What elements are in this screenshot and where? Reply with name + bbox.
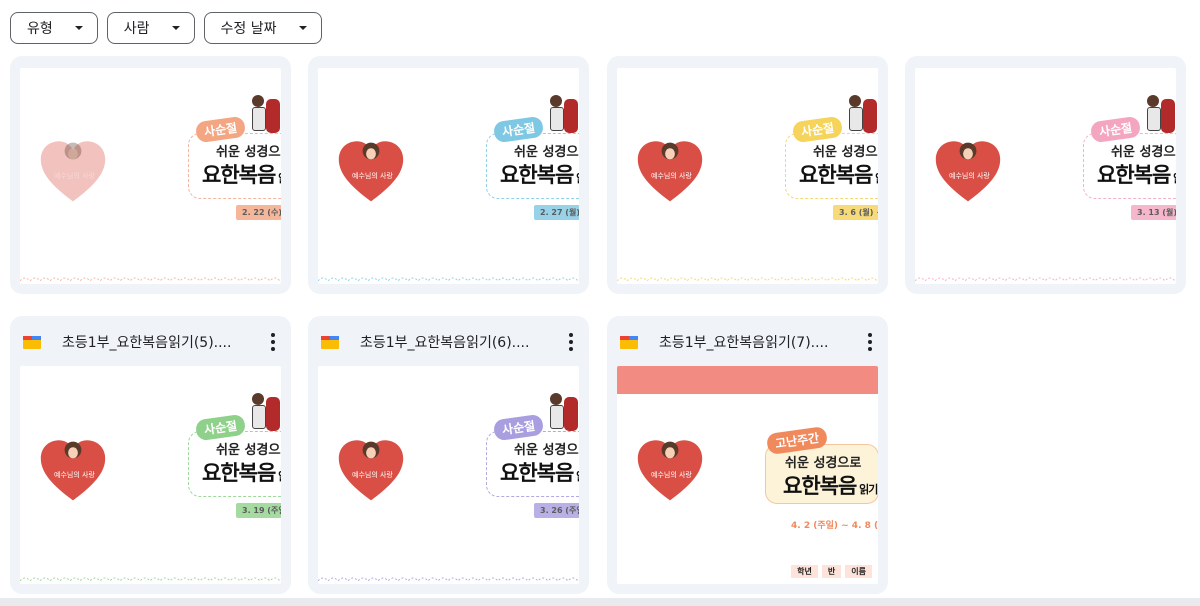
title-suffix: 읽기	[856, 483, 878, 497]
scallop-border	[318, 566, 579, 582]
scallop-border	[617, 266, 878, 282]
field-class: 반	[821, 565, 842, 578]
slides-file-icon	[321, 333, 339, 349]
modified-date-filter-label: 수정 날짜	[220, 21, 277, 37]
title-suffix: 읽	[573, 172, 579, 185]
title-line-1: 쉬운 성경으로	[514, 443, 579, 459]
scallop-border	[20, 566, 281, 582]
field-name: 이름	[845, 565, 872, 578]
caret-down-icon	[171, 26, 180, 30]
date-range: 3. 26 (주일) ~ 4.	[534, 503, 579, 519]
heart-caption: 예수님의 사랑	[651, 470, 692, 479]
file-thumbnail[interactable]: 예수님의 사랑사순절쉬운 성경으로요한복음 읽3. 13 (월) ~ 3. 19	[915, 68, 1176, 284]
scallop-border	[20, 266, 281, 282]
characters-illustration	[542, 93, 579, 137]
date-range: 3. 19 (주일) ~ 3. 2	[236, 503, 281, 519]
title-main: 요한복음	[202, 461, 276, 486]
title-main: 요한복음	[783, 474, 857, 499]
date-range: 3. 13 (월) ~ 3. 19	[1131, 204, 1176, 220]
title-line-2: 요한복음 읽기	[783, 470, 878, 500]
name-fields: 학년 반 이름	[791, 565, 872, 578]
date-range: 2. 22 (수) ~ 2. 26	[236, 204, 281, 220]
title-line-2: 요한복음 읽	[202, 457, 281, 487]
title-line-1: 쉬운 성경으로	[1111, 144, 1176, 160]
modified-date-filter-chip[interactable]: 수정 날짜	[203, 12, 322, 44]
title-main: 요한복음	[500, 461, 574, 486]
scallop-border	[318, 266, 579, 282]
type-filter-label: 유형	[27, 21, 53, 37]
heart-caption: 예수님의 사랑	[54, 470, 95, 479]
file-thumbnail[interactable]: 예수님의 사랑사순절쉬운 성경으로요한복음 읽3. 26 (주일) ~ 4.	[318, 366, 579, 584]
file-name: 초등1부_요한복음읽기(7)....	[659, 335, 829, 351]
heart-caption: 예수님의 사랑	[949, 172, 990, 181]
file-thumbnail[interactable]: 예수님의 사랑사순절쉬운 성경으로요한복음 읽3. 6 (월) ~ 3. 12 …	[617, 68, 878, 284]
title-line-2: 요한복음 읽	[500, 159, 579, 189]
title-suffix: 읽	[573, 470, 579, 483]
people-filter-chip[interactable]: 사람	[106, 12, 195, 44]
file-thumbnail[interactable]: 예수님의 사랑사순절쉬운 성경으로요한복음 읽2. 27 (월) ~ 3. 5 …	[318, 68, 579, 284]
file-card[interactable]: 예수님의 사랑사순절쉬운 성경으로요한복음 읽3. 13 (월) ~ 3. 19	[905, 56, 1186, 294]
slides-file-icon	[23, 333, 41, 349]
title-line-1: 쉬운 성경으로	[514, 144, 579, 160]
header-strip	[617, 366, 878, 394]
date-range: 3. 6 (월) ~ 3. 12 (	[833, 204, 878, 220]
characters-illustration	[841, 93, 878, 137]
more-options-icon[interactable]	[868, 333, 872, 351]
slides-file-icon	[620, 333, 638, 349]
title-suffix: 읽	[872, 172, 878, 185]
file-name: 초등1부_요한복음읽기(6)....	[360, 335, 530, 351]
file-card[interactable]: 초등1부_요한복음읽기(6)....예수님의 사랑사순절쉬운 성경으로요한복음 …	[308, 316, 589, 594]
title-main: 요한복음	[202, 162, 276, 187]
field-grade: 학년	[791, 565, 818, 578]
title-main: 요한복음	[1097, 162, 1171, 187]
title-line-1: 쉬운 성경으로	[216, 443, 281, 459]
type-filter-chip[interactable]: 유형	[10, 12, 98, 44]
file-thumbnail[interactable]: 예수님의 사랑사순절쉬운 성경으로요한복음 읽3. 19 (주일) ~ 3. 2	[20, 366, 281, 584]
characters-illustration	[542, 391, 579, 435]
title-suffix: 읽	[1170, 172, 1176, 185]
file-card[interactable]: 초등1부_요한복음읽기(7).... 예수님의 사랑 고난주간 쉬운 성경으로 요한복음…	[607, 316, 888, 594]
date-range: 4. 2 (주일) ~ 4. 8 (토)	[791, 521, 878, 532]
bottom-scroll-track	[0, 598, 1200, 606]
characters-illustration	[1139, 93, 1176, 137]
title-line-1: 쉬운 성경으로	[785, 456, 862, 472]
file-card[interactable]: 예수님의 사랑사순절쉬운 성경으로요한복음 읽2. 22 (수) ~ 2. 26	[10, 56, 291, 294]
title-suffix: 읽	[275, 470, 281, 483]
title-line-1: 쉬운 성경으로	[216, 144, 281, 160]
file-card-header: 초등1부_요한복음읽기(7)....	[607, 316, 888, 368]
title-line-2: 요한복음 읽	[500, 457, 579, 487]
characters-illustration	[244, 93, 281, 137]
title-main: 요한복음	[500, 162, 574, 187]
date-range: 2. 27 (월) ~ 3. 5 (	[534, 204, 579, 220]
file-name: 초등1부_요한복음읽기(5)....	[62, 335, 232, 351]
people-filter-label: 사람	[123, 21, 150, 37]
heart-caption: 예수님의 사랑	[352, 172, 393, 181]
file-thumbnail[interactable]: 예수님의 사랑사순절쉬운 성경으로요한복음 읽2. 22 (수) ~ 2. 26	[20, 68, 281, 284]
file-thumbnail[interactable]: 예수님의 사랑 고난주간 쉬운 성경으로 요한복음 읽기 4. 2 (주일) ~ 4. …	[617, 366, 878, 584]
characters-illustration	[244, 391, 281, 435]
heart-caption: 예수님의 사랑	[54, 172, 95, 181]
scallop-border	[915, 266, 1176, 282]
title-line-2: 요한복음 읽	[202, 159, 281, 189]
title-line-2: 요한복음 읽	[1097, 159, 1176, 189]
file-card-header: 초등1부_요한복음읽기(6)....	[308, 316, 589, 368]
file-card[interactable]: 예수님의 사랑사순절쉬운 성경으로요한복음 읽2. 27 (월) ~ 3. 5 …	[308, 56, 589, 294]
file-card-header: 초등1부_요한복음읽기(5)....	[10, 316, 291, 368]
title-line-1: 쉬운 성경으로	[813, 144, 878, 160]
file-card[interactable]: 예수님의 사랑사순절쉬운 성경으로요한복음 읽3. 6 (월) ~ 3. 12 …	[607, 56, 888, 294]
title-main: 요한복음	[799, 162, 873, 187]
caret-down-icon	[74, 26, 83, 30]
heart-caption: 예수님의 사랑	[352, 470, 393, 479]
more-options-icon[interactable]	[569, 333, 573, 351]
heart-caption: 예수님의 사랑	[651, 172, 692, 181]
title-suffix: 읽	[275, 172, 281, 185]
caret-down-icon	[298, 26, 307, 30]
title-line-2: 요한복음 읽	[799, 159, 878, 189]
filter-bar: 유형 사람 수정 날짜	[10, 12, 322, 44]
file-card[interactable]: 초등1부_요한복음읽기(5)....예수님의 사랑사순절쉬운 성경으로요한복음 …	[10, 316, 291, 594]
more-options-icon[interactable]	[271, 333, 275, 351]
